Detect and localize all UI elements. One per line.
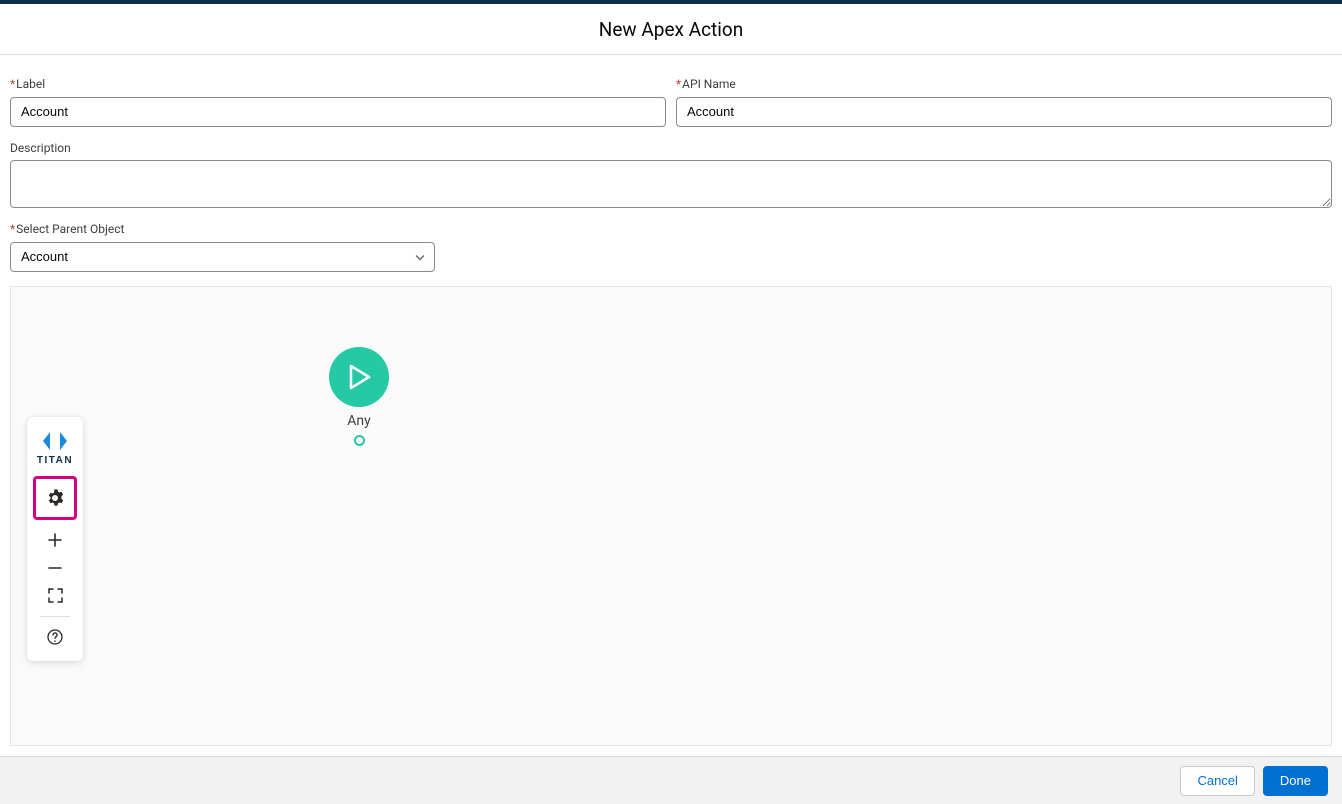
play-icon: [329, 347, 389, 407]
modal-title: New Apex Action: [0, 18, 1342, 41]
api-name-input[interactable]: [676, 97, 1332, 127]
titan-logo: TITAN: [37, 429, 73, 466]
canvas-toolbar: TITAN: [27, 417, 83, 661]
modal-header: New Apex Action: [0, 4, 1342, 55]
modal-footer: Cancel Done: [0, 756, 1342, 804]
required-asterisk: *: [10, 222, 15, 236]
toolbar-divider: [40, 616, 70, 617]
minus-icon: [48, 561, 62, 575]
done-button[interactable]: Done: [1263, 766, 1328, 796]
required-asterisk: *: [676, 77, 681, 91]
parent-object-field: *Select Parent Object Account: [10, 222, 435, 272]
titan-logo-icon: [40, 429, 70, 453]
plus-icon: [48, 533, 62, 547]
help-icon: [47, 629, 63, 645]
titan-brand-text: TITAN: [37, 455, 73, 466]
form-area: *Label *API Name Description *Select Par…: [0, 55, 1342, 746]
api-name-label: *API Name: [676, 77, 1332, 93]
required-asterisk: *: [10, 77, 15, 91]
fit-button[interactable]: [33, 582, 77, 610]
description-input[interactable]: [10, 160, 1332, 208]
start-node[interactable]: Any: [329, 347, 389, 446]
parent-object-label: *Select Parent Object: [10, 222, 435, 238]
api-name-field: *API Name: [676, 77, 1332, 127]
label-field-label: *Label: [10, 77, 666, 93]
flow-canvas[interactable]: Any TITAN: [10, 286, 1332, 746]
gear-icon: [46, 489, 64, 507]
description-label: Description: [10, 141, 1332, 157]
start-node-label: Any: [347, 413, 371, 429]
help-button[interactable]: [33, 623, 77, 651]
zoom-out-button[interactable]: [33, 554, 77, 582]
expand-icon: [48, 588, 63, 603]
zoom-in-button[interactable]: [33, 526, 77, 554]
description-field: Description: [10, 141, 1332, 209]
cancel-button[interactable]: Cancel: [1180, 766, 1254, 796]
connector-dot[interactable]: [354, 435, 365, 446]
label-input[interactable]: [10, 97, 666, 127]
parent-object-select[interactable]: Account: [10, 242, 435, 272]
settings-button[interactable]: [33, 476, 77, 520]
label-field: *Label: [10, 77, 666, 127]
